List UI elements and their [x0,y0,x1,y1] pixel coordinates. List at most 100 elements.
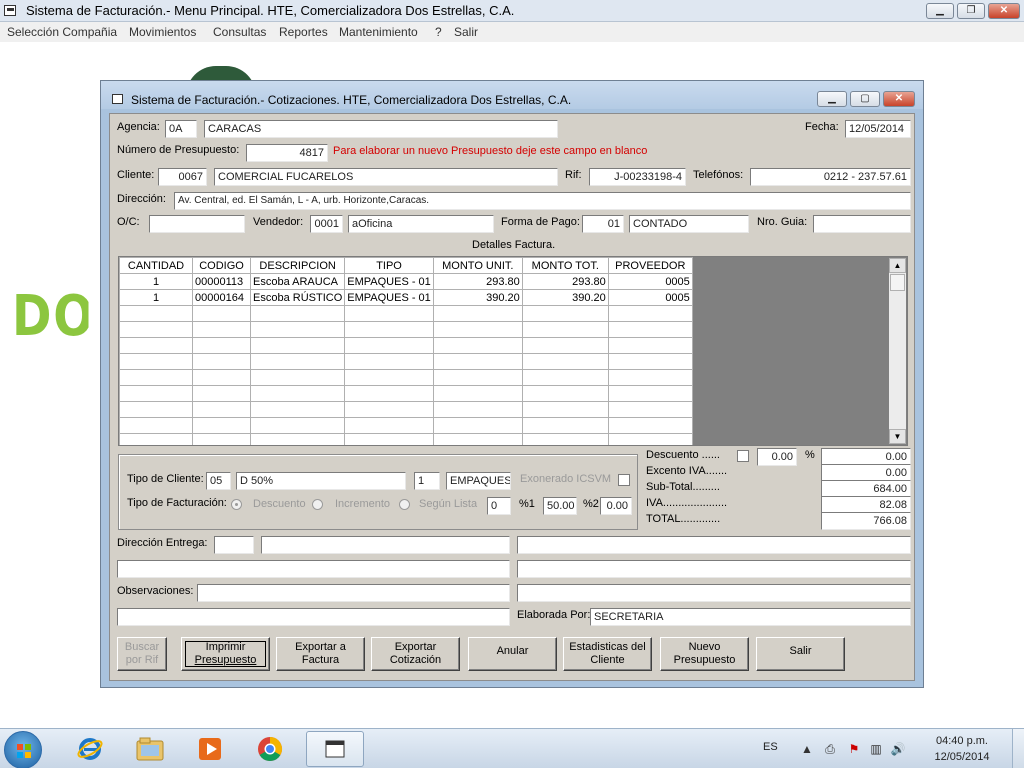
pct2-field[interactable]: 0.00 [600,497,632,515]
empty-cell[interactable] [432,417,523,434]
cliente-code-field[interactable]: 0067 [158,168,207,186]
tipo-cliente-code-field[interactable]: 05 [206,472,231,490]
empty-cell[interactable] [432,433,523,445]
forma-pago-code-field[interactable]: 01 [582,215,624,233]
cell-proveedor[interactable]: 0005 [607,273,693,290]
vendedor-name-field[interactable]: aOficina [348,215,494,233]
empty-cell[interactable] [192,353,251,370]
cell-cantidad[interactable]: 1 [119,289,193,306]
cell-tipo[interactable]: EMPAQUES - 01 [344,289,434,306]
column-header-cantidad[interactable]: CANTIDAD [119,257,193,274]
table-row-empty[interactable] [119,401,693,418]
empty-cell[interactable] [119,305,193,322]
exportar-cotizacion-button[interactable]: Exportar Cotización [371,637,460,671]
direccion-entrega-field-3[interactable] [117,560,510,578]
empty-cell[interactable] [192,417,251,434]
descuento-pct-field[interactable]: 0.00 [757,448,797,466]
empty-cell[interactable] [344,305,434,322]
action-center-icon[interactable]: ⚑ [846,741,862,757]
empty-cell[interactable] [249,321,346,338]
column-header-monto-tot[interactable]: MONTO TOT. [521,257,609,274]
scroll-down-arrow-icon[interactable]: ▼ [889,429,906,444]
empty-cell[interactable] [432,305,523,322]
empty-cell[interactable] [521,321,609,338]
pct1-field[interactable]: 50.00 [543,497,577,515]
scroll-up-arrow-icon[interactable]: ▲ [889,258,906,273]
agencia-code-field[interactable]: 0A [165,120,197,138]
telefonos-field[interactable]: 0212 - 237.57.61 [750,168,911,186]
detalles-grid[interactable]: CANTIDAD CODIGO DESCRIPCION TIPO MONTO U… [118,256,908,446]
empty-cell[interactable] [607,353,693,370]
agencia-name-field[interactable]: CARACAS [204,120,558,138]
vendedor-code-field[interactable]: 0001 [310,215,343,233]
empty-cell[interactable] [344,385,434,402]
nuevo-presupuesto-button[interactable]: Nuevo Presupuesto [660,637,749,671]
direccion-entrega-field-4[interactable] [517,560,911,578]
empty-cell[interactable] [344,337,434,354]
empty-cell[interactable] [607,321,693,338]
cell-tipo[interactable]: EMPAQUES - 01 [344,273,434,290]
table-row[interactable]: 1 00000164 Escoba RÚSTICO EMPAQUES - 01 … [119,289,693,306]
fecha-field[interactable]: 12/05/2014 [845,120,911,138]
descuento-radio[interactable] [231,499,242,510]
empty-cell[interactable] [607,369,693,386]
presupuesto-number-field[interactable]: 4817 [246,144,328,162]
start-button[interactable] [4,731,42,768]
direccion-entrega-field-2[interactable] [517,536,911,554]
empty-cell[interactable] [607,401,693,418]
empty-cell[interactable] [432,337,523,354]
clock-time[interactable]: 04:40 p.m. [927,735,997,747]
empty-cell[interactable] [521,353,609,370]
empty-cell[interactable] [119,369,193,386]
empty-cell[interactable] [249,337,346,354]
empty-cell[interactable] [607,417,693,434]
grid-scrollbar[interactable]: ▲ ▼ [889,258,906,444]
incremento-radio[interactable] [312,499,323,510]
menu-salir[interactable]: Salir [454,25,478,39]
taskbar-facturacion-app[interactable] [306,731,364,767]
empty-cell[interactable] [249,385,346,402]
menu-consultas[interactable]: Consultas [213,25,266,39]
cell-monto-unit[interactable]: 390.20 [432,289,523,306]
rif-field[interactable]: J-00233198-4 [589,168,686,186]
table-row[interactable]: 1 00000113 Escoba ARAUCA EMPAQUES - 01 2… [119,273,693,290]
empty-cell[interactable] [432,385,523,402]
empty-cell[interactable] [344,417,434,434]
menu-seleccion-compania[interactable]: Selección Compañia [7,25,117,39]
cell-codigo[interactable]: 00000113 [192,273,251,290]
empty-cell[interactable] [344,369,434,386]
empty-cell[interactable] [192,369,251,386]
tipo-cliente-num-field[interactable]: 1 [414,472,440,490]
taskbar-chrome[interactable] [244,731,296,767]
empty-cell[interactable] [249,433,346,445]
cell-proveedor[interactable]: 0005 [607,289,693,306]
table-row-empty[interactable] [119,433,693,445]
empty-cell[interactable] [192,401,251,418]
cell-monto-tot[interactable]: 293.80 [521,273,609,290]
tipo-cliente-group-field[interactable]: EMPAQUES [446,472,511,490]
observaciones-field-1[interactable] [197,584,510,602]
scroll-thumb[interactable] [890,274,905,291]
empty-cell[interactable] [249,401,346,418]
elaborada-field[interactable]: SECRETARIA [590,608,911,626]
taskbar-media-player[interactable] [184,731,236,767]
imprimir-presupuesto-button[interactable]: Imprimir Presupuesto [181,637,270,671]
exportar-factura-button[interactable]: Exportar a Factura [276,637,365,671]
cell-descripcion[interactable]: Escoba ARAUCA [249,273,346,290]
empty-cell[interactable] [119,433,193,445]
oc-field[interactable] [149,215,245,233]
empty-cell[interactable] [521,337,609,354]
empty-cell[interactable] [119,321,193,338]
empty-cell[interactable] [192,433,251,445]
empty-cell[interactable] [119,401,193,418]
estadisticas-cliente-button[interactable]: Estadisticas del Cliente [563,637,652,671]
empty-cell[interactable] [119,337,193,354]
dialog-close-button[interactable]: ✕ [883,91,915,107]
direccion-field[interactable]: Av. Central, ed. El Samán, L - A, urb. H… [174,192,911,210]
empty-cell[interactable] [344,353,434,370]
show-hidden-icons-icon[interactable]: ▲ [799,741,815,757]
printer-icon[interactable]: ⎙ [822,741,838,757]
empty-cell[interactable] [249,369,346,386]
lista-field[interactable]: 0 [487,497,511,515]
minimize-button[interactable]: ▁ [926,3,954,19]
